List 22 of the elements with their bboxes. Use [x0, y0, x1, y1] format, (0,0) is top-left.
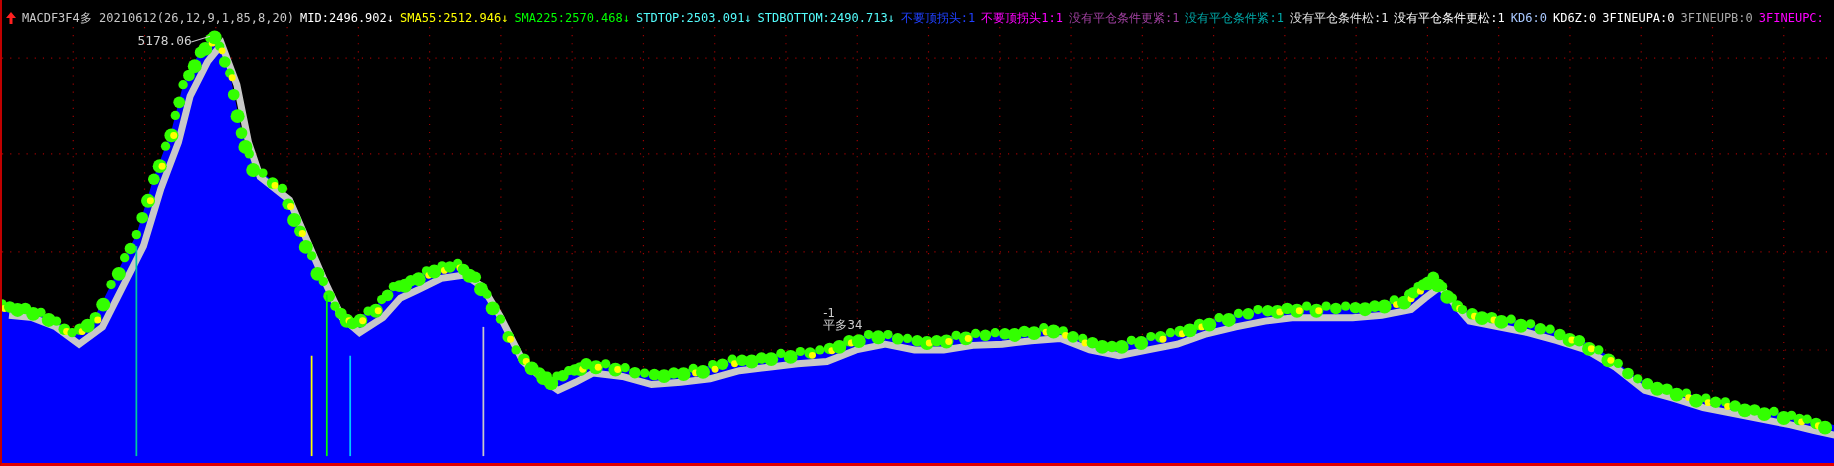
indicator-value: SMA55:2512.946↓: [400, 10, 509, 26]
indicator-value: KD6Z:0: [1552, 10, 1597, 26]
indicator-value: 没有平仓条件更松:1: [1394, 10, 1505, 26]
indicator-value: MACDF3F4多 20210612(26,12,9,1,85,8,20): [22, 10, 295, 26]
indicator-value: 不要顶拐头:1: [900, 10, 976, 26]
peak-price-label: 5178.06: [137, 33, 192, 49]
indicator-value: 没有平仓条件紧:1: [1185, 10, 1284, 26]
indicator-value: 不要顶拐头1:1: [981, 10, 1063, 26]
indicator-value: STDBOTTOM:2490.713↓: [757, 10, 895, 26]
indicator-value: 3FINEUPB:0: [1680, 10, 1753, 26]
indicator-value: 3FINEUPC:: [1758, 10, 1824, 26]
leader-line: [190, 35, 211, 43]
up-arrow-icon: [6, 12, 16, 24]
indicator-value: MID:2496.902↓: [300, 10, 394, 26]
indicator-value: 3FINEUPA:0: [1602, 10, 1675, 26]
indicator-value: STDTOP:2503.091↓: [636, 10, 752, 26]
indicator-value: 没有平仓条件松:1: [1289, 10, 1389, 26]
indicator-value: KD6:0: [1510, 10, 1547, 26]
signal-label: 平多34: [823, 318, 863, 333]
signal-label: -1: [823, 305, 835, 320]
indicator-value: SMA225:2570.468↓: [514, 10, 630, 26]
indicator-value: 没有平仓条件更紧:1: [1069, 10, 1180, 26]
